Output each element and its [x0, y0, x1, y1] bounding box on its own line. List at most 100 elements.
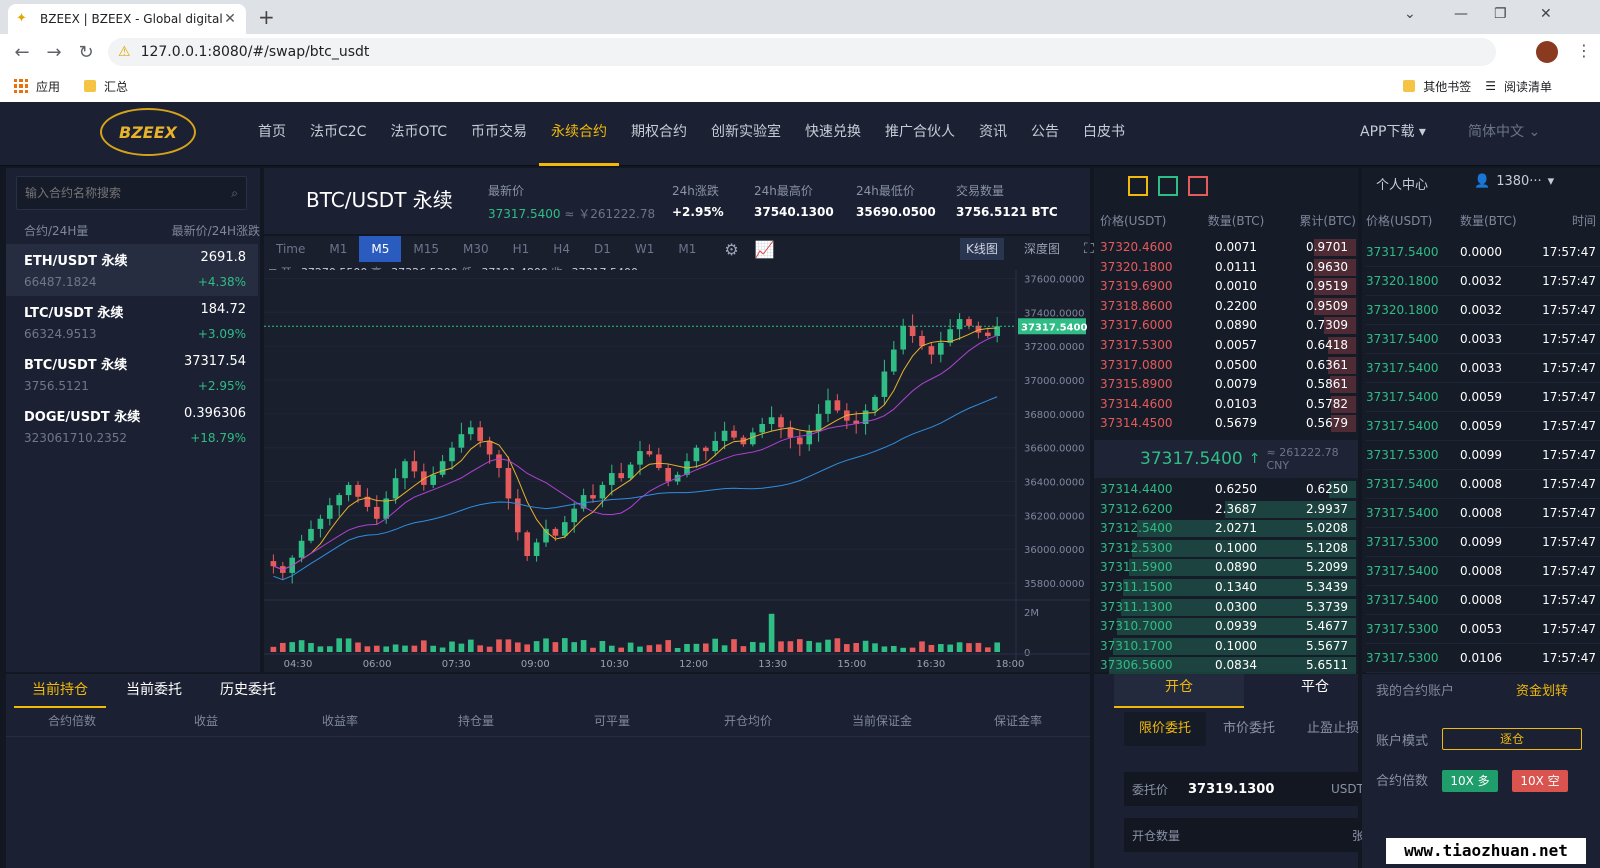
bookmark-apps[interactable]: 应用 — [14, 78, 60, 95]
interval-h1-tab[interactable]: H1 — [501, 236, 542, 262]
bid-row[interactable]: 37310.1700 0.1000 5.5677 — [1094, 637, 1356, 656]
positions-tab[interactable]: 历史委托 — [202, 676, 294, 708]
market-search-input[interactable] — [25, 186, 232, 200]
market-row[interactable]: BTC/USDT 永续 37317.54 3756.5121 +2.95% — [6, 348, 258, 400]
limit-order-tab[interactable]: 限价委托 — [1124, 712, 1206, 746]
close-position-tab[interactable]: 平仓 — [1250, 674, 1380, 708]
interval-d1-tab[interactable]: D1 — [582, 236, 623, 262]
site-logo[interactable]: BZEEX — [100, 108, 196, 156]
interval-h4-tab[interactable]: H4 — [541, 236, 582, 262]
order-price-field[interactable]: 委托价 37319.1300 USDT — [1124, 772, 1372, 806]
bid-row[interactable]: 37312.5300 0.1000 5.1208 — [1094, 539, 1356, 558]
address-bar[interactable]: ⚠ 127.0.0.1:8080/#/swap/btc_usdt — [108, 38, 1496, 66]
nav-item[interactable]: 资讯 — [967, 102, 1019, 166]
interval-m15-tab[interactable]: M15 — [401, 236, 451, 262]
bid-row[interactable]: 37306.5600 0.0834 5.6511 — [1094, 656, 1356, 675]
nav-item[interactable]: 期权合约 — [619, 102, 699, 166]
market-row[interactable]: LTC/USDT 永续 184.72 66324.9513 +3.09% — [6, 296, 258, 348]
ask-row[interactable]: 37317.5300 0.0057 0.6418 — [1094, 336, 1356, 355]
minimize-icon[interactable]: — — [1454, 6, 1468, 22]
volume-bar — [467, 639, 474, 652]
market-search[interactable]: ⌕ — [16, 176, 247, 210]
search-icon[interactable]: ⌕ — [231, 186, 238, 201]
bid-row[interactable]: 37311.1300 0.0300 5.3739 — [1094, 598, 1356, 617]
nav-item[interactable]: 白皮书 — [1071, 102, 1137, 166]
nav-item[interactable]: 永续合约 — [539, 102, 619, 166]
bid-row[interactable]: 37310.7000 0.0939 5.4677 — [1094, 617, 1356, 636]
bid-row[interactable]: 37311.5900 0.0890 5.2099 — [1094, 558, 1356, 577]
positions-tab[interactable]: 当前持仓 — [14, 676, 106, 708]
browser-menu-icon[interactable]: ⋮ — [1576, 41, 1592, 60]
user-center-link[interactable]: 个人中心 — [1376, 174, 1428, 193]
nav-item[interactable]: 法币C2C — [298, 102, 378, 166]
interval-w1-tab[interactable]: W1 — [623, 236, 667, 262]
market-row[interactable]: ETH/USDT 永续 2691.8 66487.1824 +4.38% — [6, 244, 258, 296]
back-icon[interactable]: ← — [6, 42, 38, 63]
ask-row[interactable]: 37314.4500 0.5679 0.5679 — [1094, 414, 1356, 433]
close-tab-icon[interactable]: ✕ — [222, 11, 238, 27]
trade-time: 17:57:47 — [1542, 303, 1596, 317]
trade-row: 37317.5400 0.0059 17:57:47 — [1366, 383, 1600, 412]
restore-icon[interactable]: ❐ — [1494, 6, 1507, 22]
volume-bar — [289, 642, 296, 652]
price-chart[interactable]: 37600.0000 37400.0000 37200.0000 37000.0000… — [264, 270, 1090, 672]
user-menu[interactable]: 👤 1380··· ▾ — [1474, 174, 1554, 189]
language-menu[interactable]: 简体中文 ⌄ — [1468, 102, 1540, 162]
both-sides-icon[interactable] — [1128, 176, 1148, 196]
ask-row[interactable]: 37317.6000 0.0890 0.7309 — [1094, 316, 1356, 335]
bookmark-folder[interactable]: 汇总 — [84, 78, 128, 95]
bid-row[interactable]: 37312.6200 2.3687 2.9937 — [1094, 500, 1356, 519]
nav-item[interactable]: 首页 — [246, 102, 298, 166]
bid-row[interactable]: 37312.5400 2.0271 5.0208 — [1094, 519, 1356, 538]
nav-item[interactable]: 推广合伙人 — [873, 102, 967, 166]
interval-m30-tab[interactable]: M30 — [451, 236, 501, 262]
new-tab-icon[interactable]: + — [258, 5, 275, 29]
ob-price: 37310.7000 — [1100, 619, 1173, 634]
settings-gear-icon[interactable]: ⚙ — [724, 240, 738, 259]
ask-row[interactable]: 37319.6900 0.0010 0.9519 — [1094, 277, 1356, 296]
ask-row[interactable]: 37320.4600 0.0071 0.9701 — [1094, 238, 1356, 257]
ask-row[interactable]: 37318.8600 0.2200 0.9509 — [1094, 297, 1356, 316]
reload-icon[interactable]: ↻ — [70, 42, 102, 63]
asks-only-icon[interactable] — [1188, 176, 1208, 196]
market-order-tab[interactable]: 市价委托 — [1208, 712, 1290, 746]
transfer-link[interactable]: 资金划转 — [1516, 680, 1568, 699]
forward-icon[interactable]: → — [38, 42, 70, 63]
app-download-menu[interactable]: APP下载 ▾ — [1360, 102, 1426, 162]
bid-row[interactable]: 37311.1500 0.1340 5.3439 — [1094, 578, 1356, 597]
nav-item[interactable]: 法币OTC — [378, 102, 459, 166]
interval-m1-tab[interactable]: M1 — [317, 236, 359, 262]
nav-item[interactable]: 快速兑换 — [793, 102, 873, 166]
margin-mode-select[interactable]: 逐仓 — [1442, 728, 1582, 750]
nav-item[interactable]: 币币交易 — [459, 102, 539, 166]
depth-view-button[interactable]: 深度图 — [1018, 238, 1066, 260]
ask-row[interactable]: 37315.8900 0.0079 0.5861 — [1094, 375, 1356, 394]
kline-view-button[interactable]: K线图 — [960, 238, 1004, 260]
browser-tab[interactable]: ✦ BZEEX | BZEEX - Global digital ✕ — [8, 4, 246, 34]
order-qty-field[interactable]: 开仓数量 张 — [1124, 818, 1372, 852]
profile-avatar[interactable] — [1536, 41, 1558, 63]
reading-list[interactable]: ☰ 阅读清单 — [1485, 78, 1552, 95]
ask-row[interactable]: 37317.0800 0.0500 0.6361 — [1094, 356, 1356, 375]
ask-row[interactable]: 37314.4600 0.0103 0.5782 — [1094, 395, 1356, 414]
positions-tab[interactable]: 当前委托 — [108, 676, 200, 708]
nav-item[interactable]: 公告 — [1019, 102, 1071, 166]
indicators-icon[interactable]: 📈 — [755, 240, 775, 259]
open-position-tab[interactable]: 开仓 — [1114, 674, 1244, 708]
profile-dropdown-icon[interactable]: ⌄ — [1404, 6, 1416, 22]
nav-item[interactable]: 创新实验室 — [699, 102, 793, 166]
interval-m5-tab[interactable]: M5 — [359, 236, 402, 262]
other-bookmarks[interactable]: 其他书签 — [1403, 78, 1471, 95]
candle-body — [909, 325, 916, 336]
interval-m1-tab[interactable]: M1 — [666, 236, 708, 262]
tab-title: BZEEX | BZEEX - Global digital — [40, 12, 222, 26]
bids-only-icon[interactable] — [1158, 176, 1178, 196]
price-input[interactable]: 37319.1300 — [1168, 782, 1331, 797]
ask-row[interactable]: 37320.1800 0.0111 0.9630 — [1094, 258, 1356, 277]
interval-time-tab[interactable]: Time — [264, 236, 317, 262]
close-window-icon[interactable]: ✕ — [1540, 6, 1552, 22]
bid-row[interactable]: 37314.4400 0.6250 0.6250 — [1094, 480, 1356, 499]
market-row[interactable]: DOGE/USDT 永续 0.396306 323061710.2352 +18.79… — [6, 400, 258, 452]
short-leverage-button[interactable]: 10X 空 — [1512, 770, 1568, 792]
long-leverage-button[interactable]: 10X 多 — [1442, 770, 1498, 792]
